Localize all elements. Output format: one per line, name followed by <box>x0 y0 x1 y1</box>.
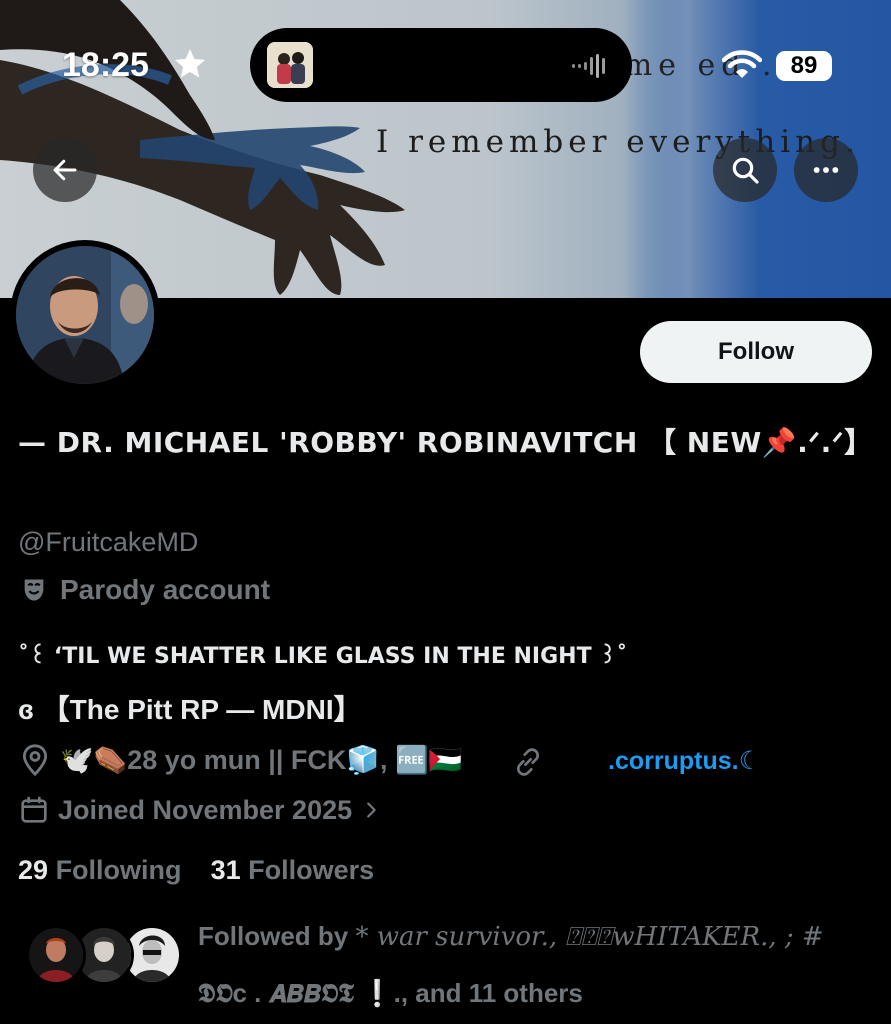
search-icon <box>732 157 759 184</box>
profile-avatar[interactable] <box>10 240 160 390</box>
followed-by-suffix: ., and 11 others <box>393 978 583 1008</box>
star-icon <box>175 49 205 78</box>
link-icon <box>516 748 540 776</box>
calendar-icon <box>21 796 47 823</box>
following-count: 29 <box>18 855 49 885</box>
following-link[interactable]: 29 Following <box>18 855 189 885</box>
profile-banner[interactable]: eme ed . I remember everything. 18:25 89 <box>0 0 891 298</box>
followed-by-name-3[interactable]: 𝕯𝕺c . 𝘼𝘽𝘽𝕺𝕿 ❕ <box>198 978 394 1008</box>
location-row: 🕊️⚰️28 yo mun || FCK🧊, 🆓🇵🇸 <box>18 742 462 778</box>
display-name: — DR. MICHAEL 'ROBBY' ROBINAVITCH 【 NEW📌… <box>18 426 873 459</box>
bio-line-1: ˚꒰ ‘TIL WE SHATTER LIKE GLASS IN THE NIG… <box>18 644 628 669</box>
joined-text: Joined November 2025 <box>58 794 353 825</box>
follow-counts: 29 Following 31 Followers <box>18 855 374 886</box>
banner-text: I remember everything. <box>376 124 860 160</box>
followed-by-prefix: Followed by <box>198 921 349 951</box>
battery-indicator: 89 <box>776 51 832 81</box>
bio-line-2: ɞ 【The Pitt RP — MDNI】 <box>18 694 362 725</box>
username-handle: @FruitcakeMD <box>18 527 199 557</box>
audio-wave-icon <box>572 54 605 78</box>
website-link[interactable]: .corruptus.☾ <box>608 746 761 776</box>
location-pin-icon <box>22 744 48 777</box>
chevron-right-icon <box>367 802 376 818</box>
followers-link[interactable]: 31 Followers <box>211 855 375 885</box>
parody-label-row: Parody account <box>20 574 270 606</box>
followed-by-avatars[interactable] <box>26 925 186 995</box>
search-button[interactable] <box>713 138 777 202</box>
theater-mask-icon <box>24 579 44 601</box>
more-icon <box>813 167 839 173</box>
followed-by-text[interactable]: Followed by * war survivor., ⍰⍰⍰wHITAKER… <box>198 908 878 1021</box>
avatar-image <box>16 246 154 384</box>
following-label: Following <box>55 855 182 885</box>
followers-count: 31 <box>210 855 241 885</box>
joined-row[interactable]: Joined November 2025 <box>18 794 382 826</box>
location-text: 🕊️⚰️28 yo mun || FCK🧊, 🆓🇵🇸 <box>60 745 463 775</box>
avatar <box>26 925 86 985</box>
status-time: 18:25 <box>62 46 149 84</box>
dynamic-island[interactable] <box>250 28 632 102</box>
back-button[interactable] <box>33 138 97 202</box>
back-arrow-icon <box>53 159 77 181</box>
more-options-button[interactable] <box>794 138 858 202</box>
followed-by-name-1[interactable]: * war survivor. <box>355 922 548 952</box>
wifi-icon <box>722 50 762 78</box>
followed-by-name-2[interactable]: , ⍰⍰⍰wHITAKER., ; # <box>549 922 824 952</box>
now-playing-thumbnail <box>267 42 313 88</box>
parody-label: Parody account <box>60 574 271 605</box>
follow-button[interactable]: Follow <box>640 321 872 383</box>
followers-label: Followers <box>248 855 375 885</box>
